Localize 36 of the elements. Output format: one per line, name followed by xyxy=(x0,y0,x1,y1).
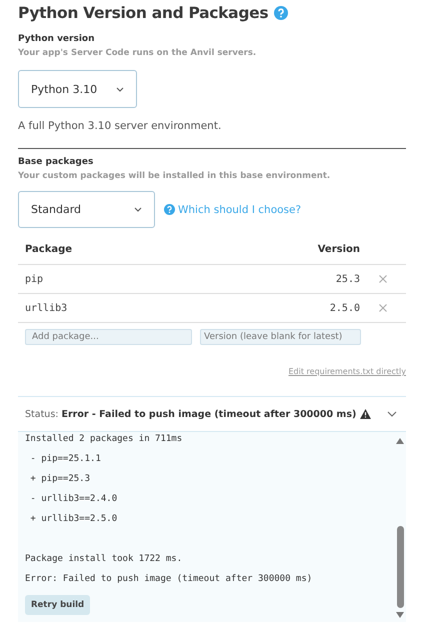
log-line: + urllib3==2.5.0 xyxy=(29,514,118,524)
warning-icon xyxy=(360,409,372,419)
python-version-dropdown[interactable]: Python 3.10 xyxy=(18,70,137,108)
chevron-icon xyxy=(134,207,142,212)
log-line: Error: Failed to push image (timeout after 300000 ms) xyxy=(25,574,312,584)
log-line: + pip==25.3 xyxy=(29,474,90,484)
package-name: urllib3 xyxy=(24,302,68,314)
log-line: Package install took 1722 ms. xyxy=(25,554,182,564)
package-name: pip xyxy=(24,274,44,284)
base-packages-dropdown[interactable]: Standard xyxy=(18,191,155,228)
help-icon[interactable] xyxy=(164,204,175,215)
column-header: Package xyxy=(24,244,74,254)
status-bar[interactable]: Status: Error - Failed to push image (timeout after 300000 ms) xyxy=(18,396,406,432)
version-description: A full Python 3.10 server environment. xyxy=(18,120,222,132)
log-line: - urllib3==2.4.0 xyxy=(29,494,118,504)
package-version: 25.3 xyxy=(334,274,360,284)
column-header: Version xyxy=(316,244,360,254)
section-hint: Your app's Server Code runs on the Anvil servers. xyxy=(18,48,258,58)
retry-button[interactable]: Retry build xyxy=(25,595,90,615)
help-icon[interactable] xyxy=(274,6,288,20)
log-line: Installed 2 packages in 711ms xyxy=(25,434,182,444)
package-input[interactable]: Add package... xyxy=(25,329,192,345)
scroll-up-icon[interactable] xyxy=(396,438,404,444)
section-hint: Your custom packages will be installed in this base environment. xyxy=(18,171,332,181)
package-version: 2.5.0 xyxy=(328,302,360,314)
status-text: Status: Error - Failed to push image (timeout after 300000 ms) xyxy=(25,408,356,420)
chevron-icon[interactable] xyxy=(387,411,397,417)
page-title: Python Version and Packages xyxy=(18,4,268,22)
remove-icon[interactable] xyxy=(379,304,387,312)
log-line: - pip==25.1.1 xyxy=(29,454,101,464)
scroll-down-icon[interactable] xyxy=(396,612,404,618)
remove-icon[interactable] xyxy=(379,275,387,283)
section-label: Python version xyxy=(18,34,96,44)
chevron-icon xyxy=(116,86,124,92)
version-input[interactable]: Version (leave blank for latest) xyxy=(200,329,361,345)
section-label: Base packages xyxy=(18,157,94,167)
